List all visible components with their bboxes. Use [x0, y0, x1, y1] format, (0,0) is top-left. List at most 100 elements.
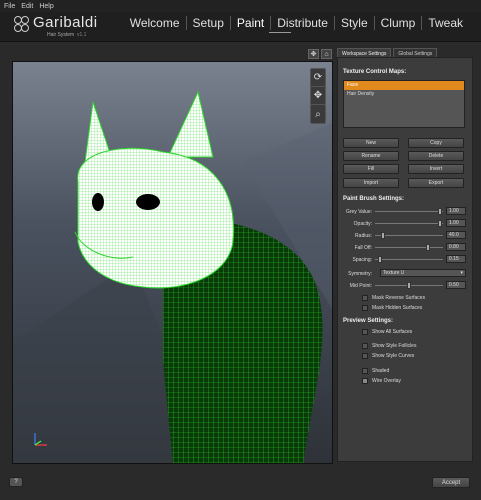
brush-value[interactable]: 1.00 [446, 219, 466, 227]
brush-row-label: Radius: [355, 233, 372, 239]
brush-row-label: Opacity: [353, 221, 372, 227]
brush-row: Grey Value: 1.00 [343, 207, 466, 216]
brush-slider-handle[interactable] [437, 208, 442, 215]
brush-slider-handle[interactable] [381, 232, 386, 239]
rename-button[interactable]: Rename [343, 151, 399, 161]
tab-tweak[interactable]: Tweak [422, 16, 469, 30]
midpoint-row: Mid Point: 0.50 [343, 281, 466, 290]
menu-help[interactable]: Help [39, 3, 53, 10]
invert-button[interactable]: Invert [408, 164, 464, 174]
main-nav: Welcome Setup Paint Distribute Style Clu… [124, 16, 469, 30]
tab-welcome[interactable]: Welcome [124, 16, 187, 30]
move-icon[interactable]: ✥ [308, 49, 319, 59]
zoom-icon[interactable]: ⌕ [311, 105, 325, 123]
rotate-icon[interactable]: ⟳ [311, 69, 325, 87]
brush-value[interactable]: 1.00 [446, 207, 466, 215]
brush-row-label: Fall Off: [354, 245, 372, 251]
brush-row-label: Grey Value: [345, 209, 372, 215]
viewport-side-tools: ⟳ ✥ ⌕ [310, 68, 326, 124]
brush-row: Radius: 40.0 [343, 231, 466, 240]
mask-reverse-checkbox[interactable]: Mask Reverse Surfaces [362, 294, 425, 302]
brush-slider-handle[interactable] [426, 244, 431, 251]
axis-gizmo-icon [34, 433, 47, 446]
checkbox-box[interactable] [362, 368, 368, 374]
preview-checkbox[interactable]: Shaded [362, 367, 389, 375]
brush-slider-handle[interactable] [437, 220, 442, 227]
preview-checkbox[interactable]: Wire Overlay [362, 377, 401, 385]
checkbox-box[interactable] [362, 305, 368, 311]
checkbox-box[interactable] [362, 378, 368, 384]
mask-hidden-label: Mask Hidden Surfaces [372, 305, 423, 311]
texture-map-list[interactable]: Face Hair Density [343, 80, 465, 128]
symmetry-row: Symmetry: Texture U ▾ [343, 269, 466, 278]
home-icon[interactable]: ⌂ [321, 49, 332, 59]
preview-checkbox-label: Shaded [372, 368, 390, 374]
cat-wireframe [13, 90, 332, 463]
logo-icon [14, 16, 29, 32]
brush-row: Opacity: 1.00 [343, 219, 466, 228]
tab-setup[interactable]: Setup [187, 16, 231, 30]
help-button[interactable]: ? [9, 477, 23, 487]
preview-checkbox[interactable]: Show Style Curves [362, 352, 414, 360]
mask-hidden-checkbox[interactable]: Mask Hidden Surfaces [362, 304, 422, 312]
import-button[interactable]: Import [343, 178, 399, 188]
viewport-toolbar: ✥ ⌂ [308, 49, 332, 59]
3d-viewport[interactable]: ⟳ ✥ ⌕ [12, 61, 333, 464]
menu-bar: File Edit Help [0, 0, 481, 12]
checkbox-box[interactable] [362, 353, 368, 359]
active-tab-indicator [269, 32, 291, 33]
preview-checkbox-label: Show Style Curves [372, 353, 415, 359]
texture-maps-title: Texture Control Maps: [343, 69, 407, 75]
menu-file[interactable]: File [4, 3, 15, 10]
app-title: Garibaldi [33, 14, 98, 31]
brush-value[interactable]: 0.80 [446, 243, 466, 251]
bottom-bar: ? Accept [0, 470, 481, 500]
app-header: Garibaldi Hair System v1.1 Welcome Setup… [0, 12, 481, 42]
midpoint-label: Mid Point: [349, 283, 372, 289]
menu-edit[interactable]: Edit [21, 3, 33, 10]
brush-slider[interactable] [375, 211, 443, 212]
brush-settings-title: Paint Brush Settings: [343, 196, 405, 202]
fill-button[interactable]: Fill [343, 164, 399, 174]
pan-icon[interactable]: ✥ [311, 87, 325, 105]
checkbox-box[interactable] [362, 343, 368, 349]
preview-checkbox[interactable]: Show All Surfaces [362, 328, 412, 336]
app-version: v1.1 [77, 32, 87, 38]
copy-button[interactable]: Copy [408, 138, 464, 148]
chevron-down-icon: ▾ [460, 270, 463, 276]
export-button[interactable]: Export [408, 178, 464, 188]
preview-checkbox[interactable]: Show Style Follicles [362, 342, 416, 350]
checkbox-box[interactable] [362, 329, 368, 335]
settings-panel: Texture Control Maps: Face Hair Density … [337, 57, 473, 462]
preview-settings-title: Preview Settings: [343, 318, 394, 324]
brush-slider[interactable] [375, 259, 443, 260]
brush-row: Fall Off: 0.80 [343, 243, 466, 252]
brush-slider[interactable] [375, 247, 443, 248]
new-button[interactable]: New [343, 138, 399, 148]
brush-row-label: Spacing: [352, 257, 372, 263]
delete-button[interactable]: Delete [408, 151, 464, 161]
list-item[interactable]: Hair Density [344, 90, 464, 99]
tab-distribute[interactable]: Distribute [271, 16, 335, 30]
brush-row: Spacing: 0.15 [343, 255, 466, 264]
midpoint-slider-handle[interactable] [407, 282, 411, 289]
brush-slider[interactable] [375, 223, 443, 224]
symmetry-select[interactable]: Texture U ▾ [380, 269, 466, 277]
checkbox-box[interactable] [362, 295, 368, 301]
tab-clump[interactable]: Clump [375, 16, 423, 30]
accept-button[interactable]: Accept [432, 477, 470, 488]
tab-paint[interactable]: Paint [231, 16, 272, 30]
app-subtitle: Hair System [47, 32, 75, 38]
symmetry-label: Symmetry: [348, 271, 372, 277]
midpoint-value[interactable]: 0.50 [446, 281, 466, 289]
brush-slider-handle[interactable] [378, 256, 383, 263]
list-item[interactable]: Face [344, 81, 464, 90]
symmetry-value: Texture U [383, 270, 405, 276]
brush-value[interactable]: 40.0 [446, 231, 466, 239]
preview-checkbox-label: Show All Surfaces [372, 329, 413, 335]
mask-reverse-label: Mask Reverse Surfaces [372, 295, 426, 301]
brush-value[interactable]: 0.15 [446, 255, 466, 263]
preview-checkbox-label: Wire Overlay [372, 378, 401, 384]
tab-style[interactable]: Style [335, 16, 375, 30]
preview-checkbox-label: Show Style Follicles [372, 343, 417, 349]
